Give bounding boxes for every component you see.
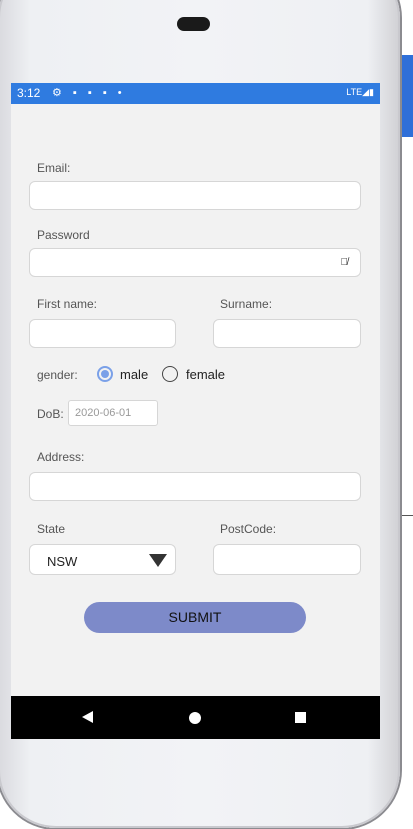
recent-square-icon[interactable] [295,712,306,723]
gender-male-radio[interactable] [97,366,113,382]
email-field[interactable] [29,181,361,210]
address-field[interactable] [29,472,361,501]
state-label: State [37,522,66,536]
password-label: Password [37,228,90,242]
first-name-label: First name: [37,297,98,311]
dob-label: DoB: [37,407,64,421]
earpiece [177,17,210,31]
dropdown-arrow-icon [149,554,167,567]
email-label: Email: [37,161,71,175]
surname-label: Surname: [220,297,273,311]
eye-off-icon[interactable]: 👁̸ [341,257,349,268]
gender-female-radio[interactable] [162,366,178,382]
dob-date-field[interactable]: 2020-06-01 [68,400,158,426]
state-selected-value: NSW [47,554,78,569]
app-screen: 3:12 ⚙ ▪ ▪ ▪ • LTE◢▮ Email: Password 👁̸ … [11,83,380,739]
status-notification-icons: ⚙ ▪ ▪ ▪ • [52,87,126,99]
submit-button[interactable]: SUBMIT [84,602,306,633]
gender-female-text: female [186,367,226,382]
home-circle-icon[interactable] [189,712,201,724]
surname-field[interactable] [213,319,361,348]
postcode-label: PostCode: [220,522,277,536]
status-network: LTE◢▮ [346,87,374,97]
back-triangle-icon[interactable] [82,711,93,723]
state-select[interactable]: NSW [29,544,176,575]
status-time: 3:12 [17,86,41,100]
first-name-field[interactable] [29,319,176,348]
password-field[interactable]: 👁̸ [29,248,361,277]
gender-male-text: male [120,367,149,382]
gender-label: gender: [37,368,78,382]
status-bar: 3:12 ⚙ ▪ ▪ ▪ • LTE◢▮ [11,83,380,104]
system-nav-bar [11,696,380,739]
address-label: Address: [37,450,85,464]
postcode-field[interactable] [213,544,361,575]
